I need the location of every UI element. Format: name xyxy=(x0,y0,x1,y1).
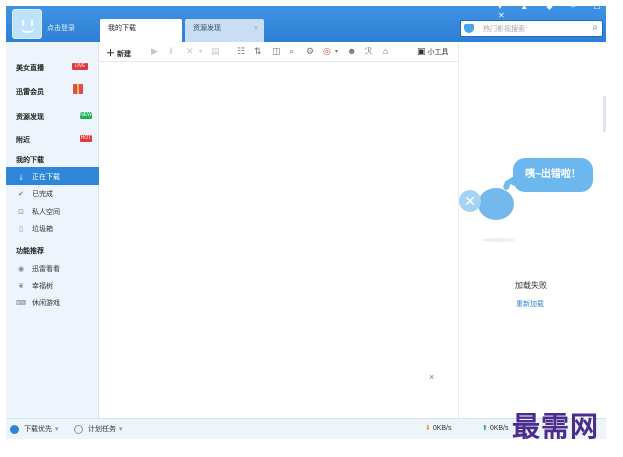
sidebar-item-label: 垃圾箱 xyxy=(32,226,53,233)
search-placeholder: 热门影视搜索 xyxy=(483,26,525,33)
priority-icon xyxy=(10,424,19,434)
grid-view-icon[interactable]: ☷ xyxy=(237,46,245,57)
new-badge: NEW xyxy=(80,112,92,119)
sidebar-item-label: 迅雷看看 xyxy=(32,266,60,273)
watermark-logo: 最需网 xyxy=(512,410,600,443)
shield-icon xyxy=(464,24,474,33)
tab-my-downloads[interactable]: 我的下载 xyxy=(100,19,182,42)
close-icon[interactable]: × xyxy=(429,372,434,382)
mascot-icon xyxy=(478,188,514,220)
sidebar-item-live[interactable]: 美女直播 xyxy=(16,63,44,73)
search-task-icon[interactable]: ⌕ xyxy=(289,46,294,57)
section-features: 功能推荐 xyxy=(16,248,44,255)
chevron-down-icon: ▾ xyxy=(119,426,123,433)
toolbar: ＋新建 ▶ ‖ ✕ ▾ ▤ ☷ ⇅ ◫ ⌕ ⚙ ◎ ▾ ☻ ℛ ⌂ ▣ 小工具 xyxy=(99,42,458,62)
search-icon[interactable]: ⌕ xyxy=(592,22,598,33)
thunder-icon[interactable]: ℛ xyxy=(365,46,372,57)
upload-arrow-icon: ⬆ xyxy=(482,425,488,432)
leaf-icon: ❦ xyxy=(18,283,24,290)
download-priority-button[interactable]: 下载优先 ▾ xyxy=(10,424,59,434)
remote-icon[interactable]: ⌂ xyxy=(383,46,388,56)
speed-limit-icon[interactable]: ◎ xyxy=(323,46,331,57)
close-icon[interactable]: × xyxy=(254,19,258,39)
sidebar-item-discover[interactable]: 资源发现 xyxy=(16,112,44,122)
new-label: 新建 xyxy=(117,51,132,58)
download-list[interactable] xyxy=(99,63,458,418)
hot-badge: HOT xyxy=(80,135,92,142)
sidebar-item-completed[interactable]: ✔ 已完成 xyxy=(16,189,53,199)
tab-label: 资源发现 xyxy=(193,25,221,32)
sidebar-item-vip[interactable]: 迅雷会员 xyxy=(16,87,44,97)
sidebar-item-label: 休闲游戏 xyxy=(32,300,60,307)
gamepad-icon: ⌨ xyxy=(16,300,27,307)
sidebar-item-downloading[interactable]: ⤓ 正在下载 xyxy=(6,167,104,185)
section-my-downloads: 我的下载 xyxy=(16,157,44,164)
right-panel xyxy=(458,42,606,418)
folder-icon[interactable]: ▤ xyxy=(211,46,220,57)
sort-icon[interactable]: ⇅ xyxy=(254,46,262,57)
reload-link[interactable]: 重新加载 xyxy=(516,299,544,309)
mascot-icon[interactable]: ☻ xyxy=(347,46,356,56)
tab-resource-discovery[interactable]: 资源发现 × xyxy=(185,19,264,42)
lock-icon: ⊡ xyxy=(18,209,24,216)
sidebar-item-private[interactable]: ⊡ 私人空间 xyxy=(16,207,60,217)
new-task-button[interactable]: ＋新建 xyxy=(106,46,131,59)
sidebar-item-trash[interactable]: ▯ 垃圾箱 xyxy=(16,224,53,234)
schedule-label: 计划任务 xyxy=(88,426,116,433)
error-bubble: 咦~出错啦！ xyxy=(513,158,593,192)
clock-icon xyxy=(74,424,83,434)
upload-speed-value: 0KB/s xyxy=(489,425,509,432)
sidebar-item-label: 私人空间 xyxy=(32,209,60,216)
download-arrow-icon: ⬇ xyxy=(425,425,431,432)
download-speed: ⬇ 0KB/s xyxy=(425,424,452,432)
mascot-shadow xyxy=(481,238,515,242)
gift-icon xyxy=(73,84,83,94)
layout-icon[interactable]: ◫ xyxy=(272,46,281,57)
start-icon[interactable]: ▶ xyxy=(151,46,158,57)
pause-icon[interactable]: ‖ xyxy=(169,46,173,56)
sidebar-item-kankan[interactable]: ◉ 迅雷看看 xyxy=(16,264,60,274)
priority-label: 下载优先 xyxy=(24,426,52,433)
sidebar-item-nearby[interactable]: 附近 xyxy=(16,135,30,145)
sidebar-item-games[interactable]: ⌨ 休闲游戏 xyxy=(16,298,60,308)
tools-label: 小工具 xyxy=(427,49,449,56)
trash-icon: ▯ xyxy=(19,226,23,233)
sidebar-item-label: 已完成 xyxy=(32,191,53,198)
sidebar-item-happy-tree[interactable]: ❦ 幸福树 xyxy=(16,281,53,291)
delete-dropdown-icon[interactable]: ▾ xyxy=(199,48,202,55)
window-controls[interactable]: ▾ ▲ ◆ – ☐ ✕ xyxy=(498,2,623,20)
avatar[interactable] xyxy=(12,9,42,39)
tab-label: 我的下载 xyxy=(108,25,136,32)
check-icon: ✔ xyxy=(18,191,24,198)
sidebar-item-label: 幸福树 xyxy=(32,283,53,290)
settings-icon[interactable]: ⚙ xyxy=(306,46,314,57)
sidebar-item-label: 正在下载 xyxy=(32,174,60,181)
search-input[interactable]: 热门影视搜索 ⌕ xyxy=(460,20,603,37)
scheduled-task-button[interactable]: 计划任务 ▾ xyxy=(74,424,123,434)
delete-icon[interactable]: ✕ xyxy=(186,46,194,57)
upload-speed: ⬆ 0KB/s xyxy=(482,424,509,432)
login-link[interactable]: 点击登录 xyxy=(47,23,75,33)
chevron-down-icon: ▾ xyxy=(55,426,59,433)
load-failed-text: 加载失败 xyxy=(515,281,547,290)
play-icon: ◉ xyxy=(17,266,25,273)
error-icon: ✕ xyxy=(459,190,481,212)
speed-dropdown-icon[interactable]: ▾ xyxy=(335,48,338,55)
scrollbar[interactable] xyxy=(603,96,606,132)
download-icon: ⤓ xyxy=(19,174,23,181)
tools-button[interactable]: ▣ 小工具 xyxy=(417,46,449,57)
live-badge: LIVE xyxy=(72,63,88,70)
download-speed-value: 0KB/s xyxy=(432,425,452,432)
